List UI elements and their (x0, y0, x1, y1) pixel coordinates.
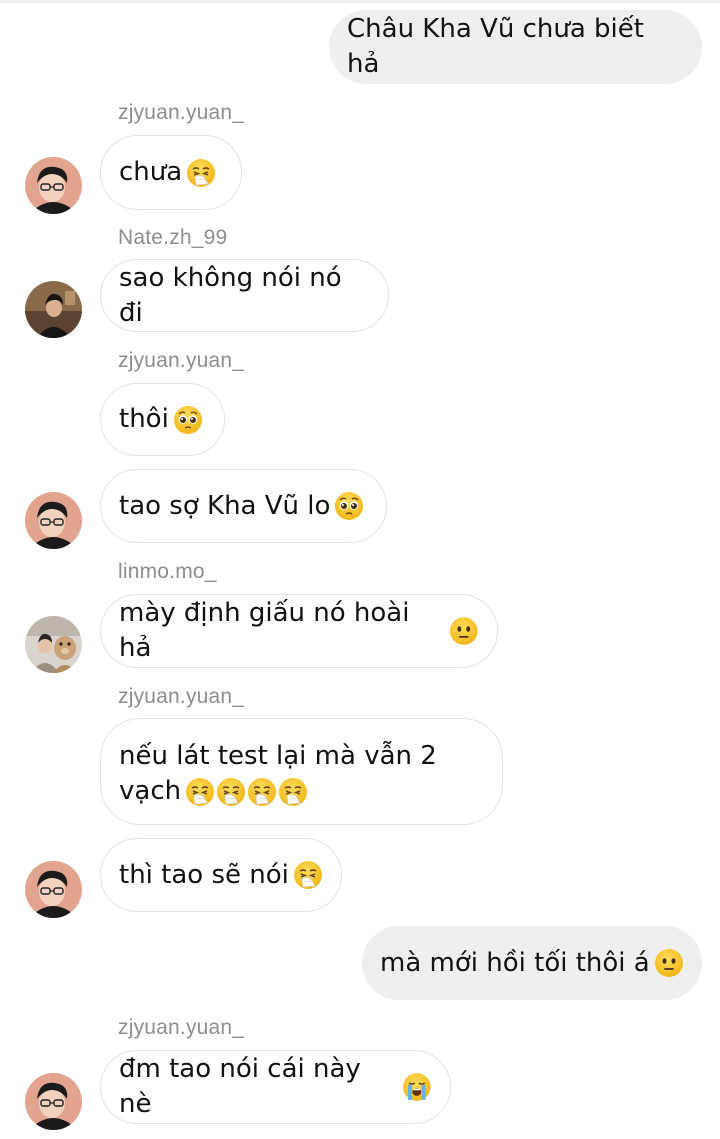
avatar[interactable] (25, 492, 82, 549)
sender-username: linmo.mo_ (118, 560, 217, 583)
message-text: thôi (119, 404, 169, 434)
message-text: tao sợ Kha Vũ lo (119, 490, 331, 521)
sender-username: Nate.zh_99 (118, 226, 228, 249)
neutral-face-icon (654, 948, 684, 978)
pleading-face-icon (173, 405, 203, 435)
message-text: mày định giấu nó hoài hả (119, 598, 410, 663)
crying-face-icon (402, 1072, 432, 1102)
incoming-message[interactable]: mày định giấu nó hoài hả (100, 594, 498, 668)
pleading-face-icon (334, 491, 364, 521)
incoming-message[interactable]: nếu lát test lại mà vẫn 2 vạch (100, 718, 503, 825)
sneezing-face-icon (293, 860, 323, 890)
incoming-message[interactable]: sao không nói nó đi (100, 259, 389, 332)
incoming-message[interactable]: chưa (100, 135, 242, 210)
avatar[interactable] (25, 1073, 82, 1130)
incoming-message[interactable]: tao sợ Kha Vũ lo (100, 469, 387, 543)
incoming-message[interactable]: thôi (100, 383, 225, 456)
sender-username: zjyuan.yuan_ (118, 1016, 245, 1039)
message-text: mà mới hồi tối thôi á (380, 947, 650, 978)
sender-username: zjyuan.yuan_ (118, 685, 245, 708)
sneezing-face-icon (186, 158, 216, 188)
sneezing-face-icon (247, 777, 277, 807)
message-text-line: nếu lát test lại mà vẫn 2 (119, 741, 437, 771)
sneezing-face-icon (278, 777, 308, 807)
message-text: thì tao sẽ nói (119, 859, 289, 890)
avatar[interactable] (25, 281, 82, 338)
avatar[interactable] (25, 157, 82, 214)
sneezing-face-icon (185, 777, 215, 807)
sender-username: zjyuan.yuan_ (118, 101, 245, 124)
message-text: sao không nói nó đi (119, 262, 342, 328)
message-text: Châu Kha Vũ chưa biết hả (347, 14, 644, 79)
outgoing-message[interactable]: Châu Kha Vũ chưa biết hả (329, 10, 702, 84)
incoming-message[interactable]: thì tao sẽ nói (100, 838, 342, 912)
avatar[interactable] (25, 861, 82, 918)
message-text: đm tao nói cái này nè (119, 1054, 361, 1119)
outgoing-message[interactable]: mà mới hồi tối thôi á (362, 926, 702, 1000)
top-divider (0, 0, 720, 3)
sneezing-face-icon (216, 777, 246, 807)
incoming-message[interactable]: đm tao nói cái này nè (100, 1050, 451, 1124)
sender-username: zjyuan.yuan_ (118, 349, 245, 372)
avatar[interactable] (25, 616, 82, 673)
message-text: vạch (119, 776, 182, 806)
neutral-face-icon (449, 616, 479, 646)
message-text-line: vạch (119, 774, 308, 809)
message-text: chưa (119, 157, 183, 187)
